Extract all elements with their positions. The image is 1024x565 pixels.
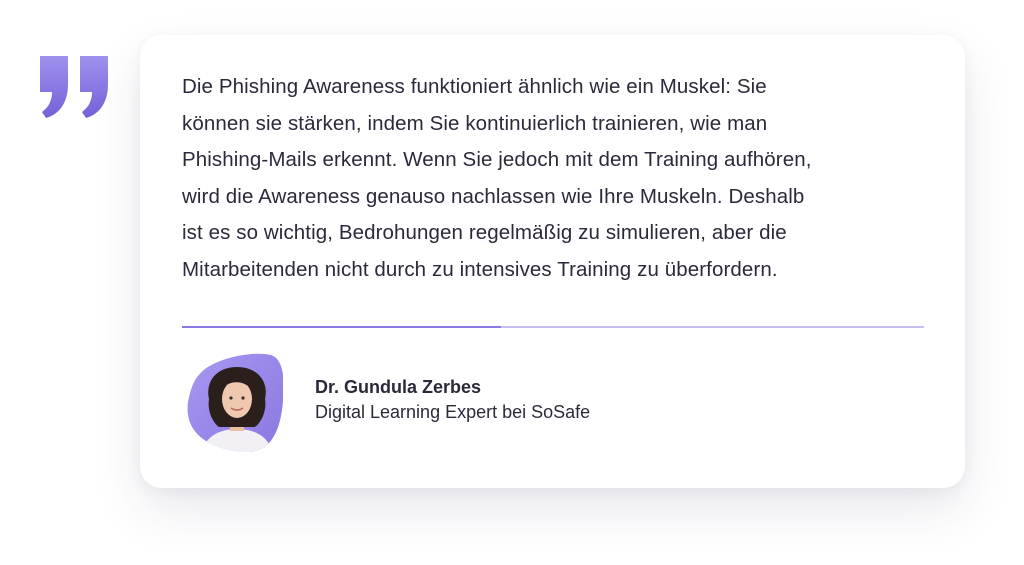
author-title: Digital Learning Expert bei SoSafe bbox=[315, 402, 591, 422]
divider bbox=[182, 326, 924, 328]
quote-line: Phishing-Mails erkennt. Wenn Sie jedoch … bbox=[182, 148, 812, 172]
quote-line: wird die Awareness genauso nachlassen wi… bbox=[182, 184, 805, 208]
quote-line: können sie stärken, indem Sie kontinuier… bbox=[182, 111, 768, 135]
quote-line: Mitarbeitenden nicht durch zu intensives… bbox=[182, 257, 778, 281]
testimonial-card: Die Phishing Awareness funktioniert ähnl… bbox=[140, 35, 965, 488]
quote-line: ist es so wichtig, Bedrohungen regelmäßi… bbox=[182, 221, 787, 245]
quote-text: Die Phishing Awareness funktioniert ähnl… bbox=[182, 69, 942, 289]
closing-quote-icon bbox=[40, 56, 108, 118]
quote-line: Die Phishing Awareness funktioniert ähnl… bbox=[182, 75, 767, 98]
author-avatar bbox=[187, 353, 283, 452]
author-name: Dr. Gundula Zerbes bbox=[315, 377, 482, 397]
